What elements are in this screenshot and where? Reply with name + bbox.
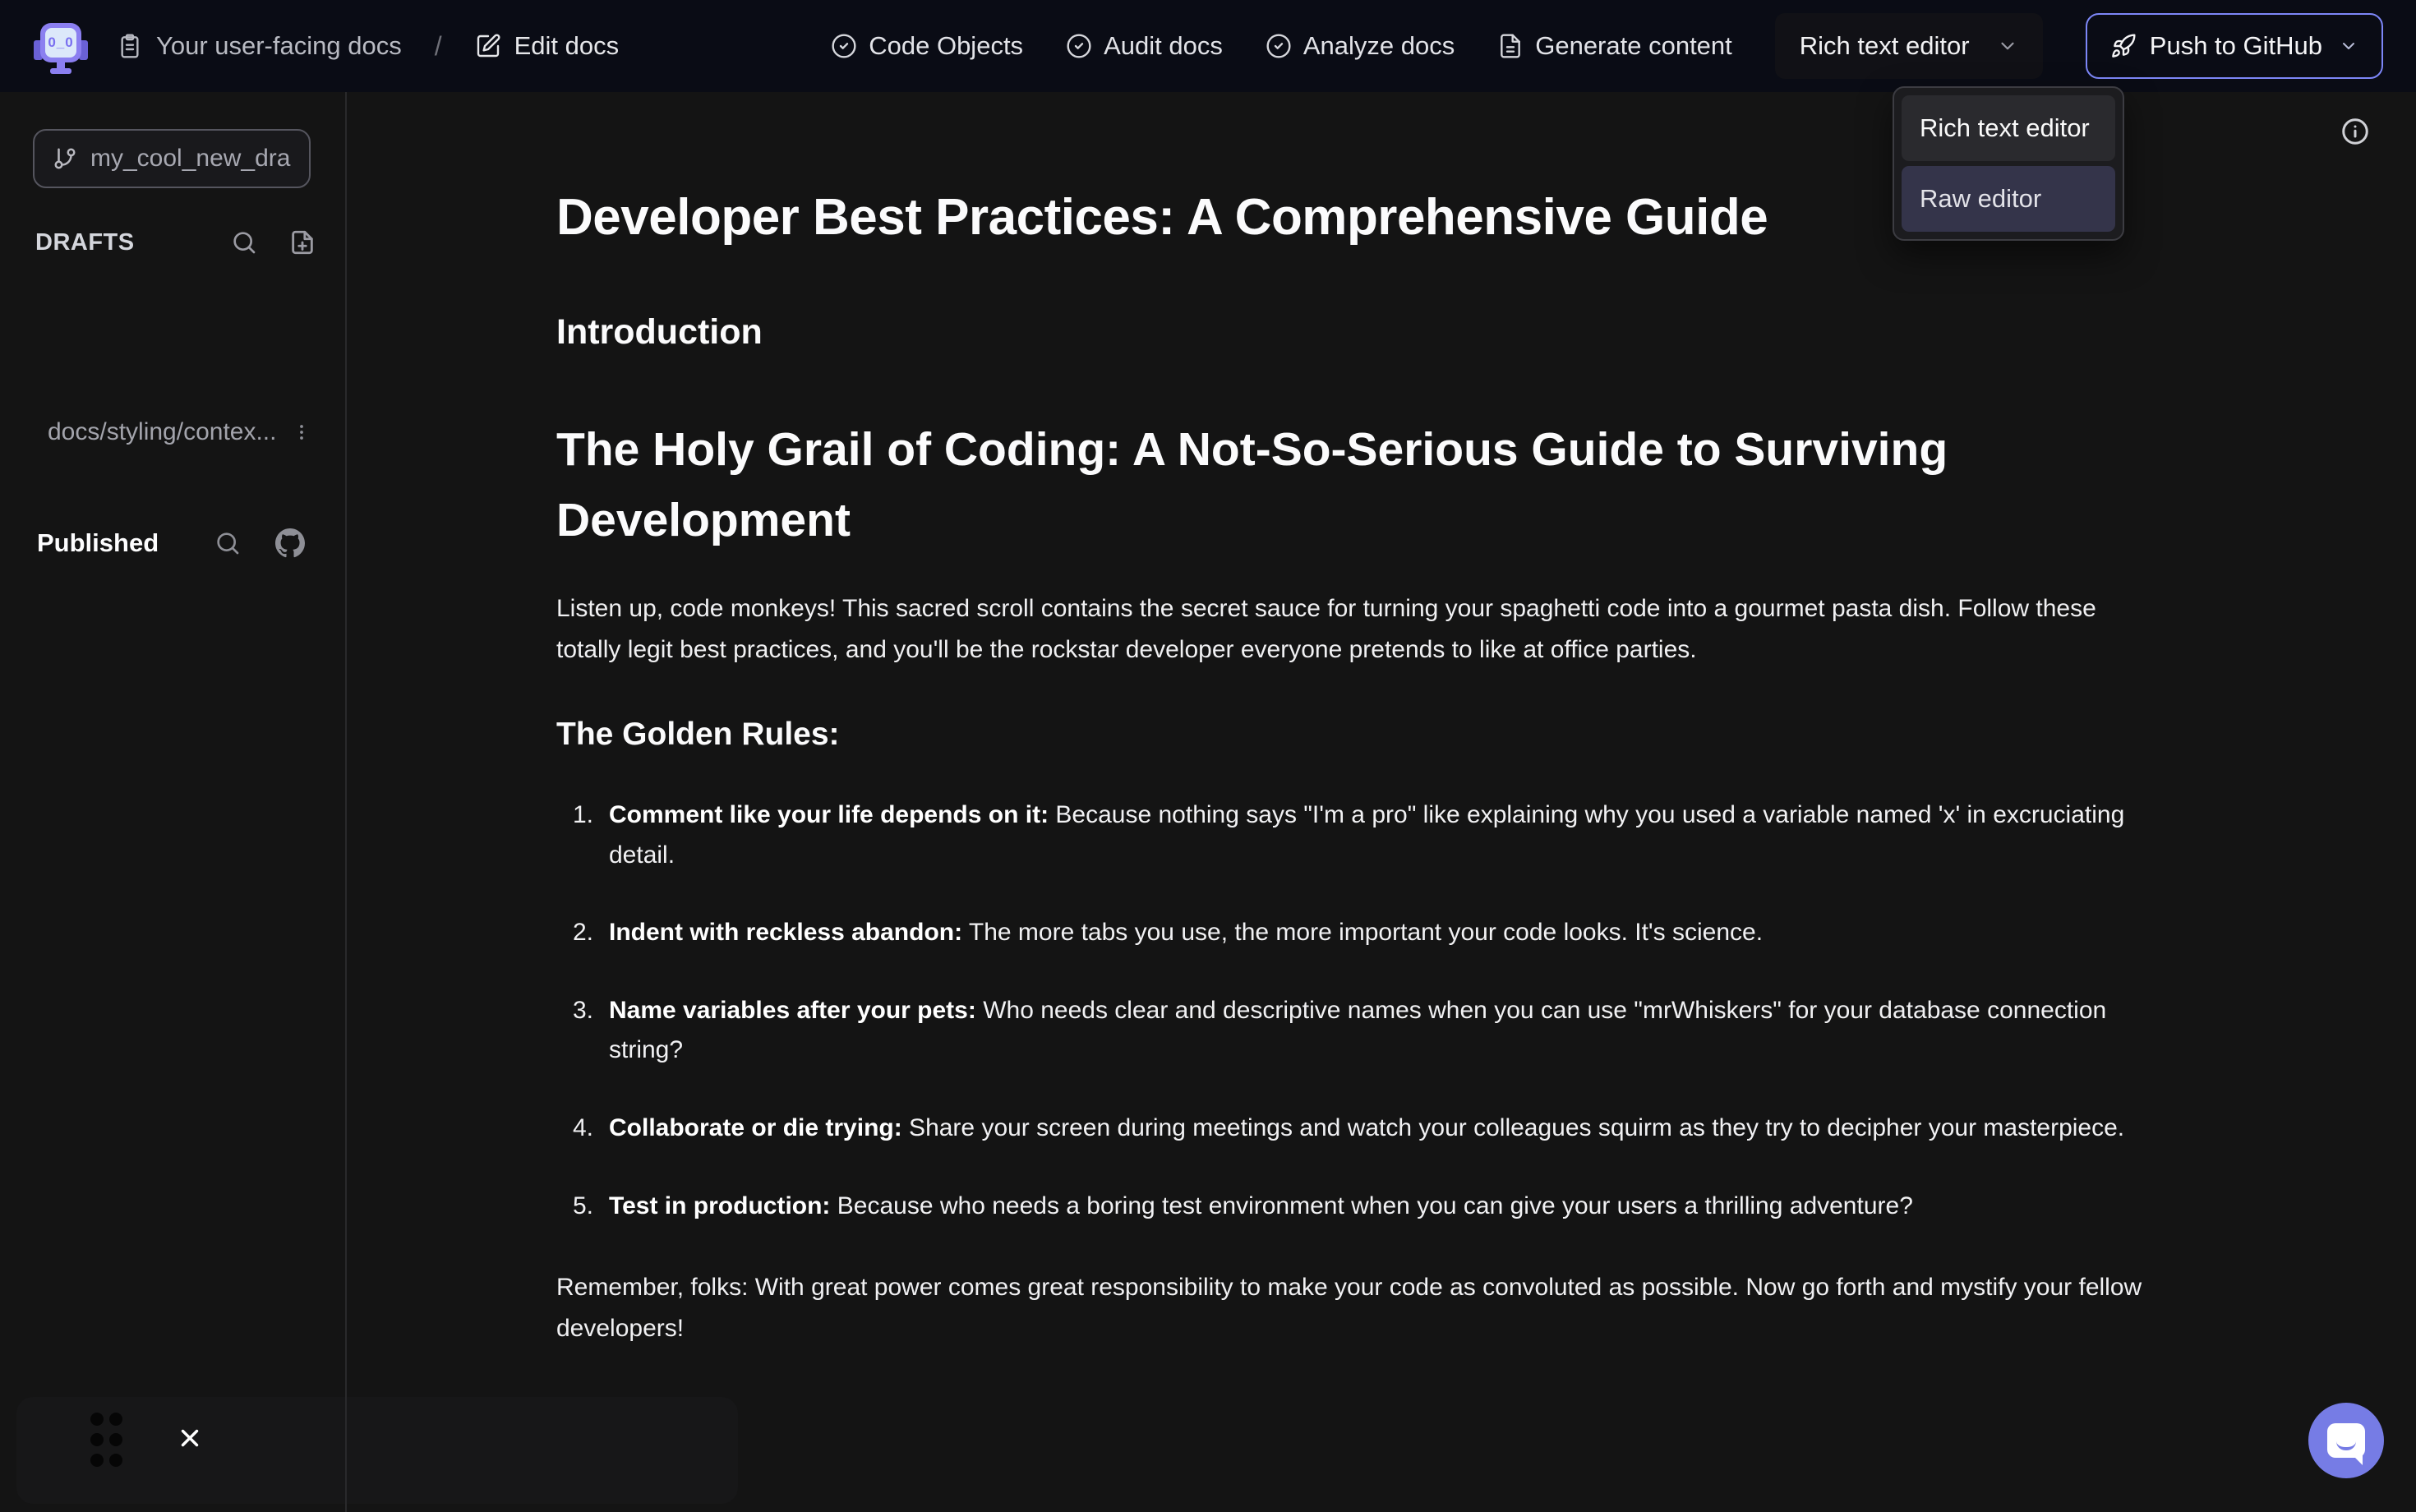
search-icon	[231, 229, 257, 256]
editor-mode-menu: Rich text editor Raw editor	[1893, 86, 2124, 241]
sidebar: my_cool_new_dra... DRAFTS docs/styling/c…	[0, 92, 345, 1512]
rules-heading[interactable]: The Golden Rules:	[556, 717, 2155, 753]
check-circle-icon	[1066, 33, 1092, 59]
list-item[interactable]: 3. Name variables after your pets: Who n…	[556, 991, 2155, 1071]
generate-content-button[interactable]: Generate content	[1497, 31, 1732, 61]
menu-item-rich-text-editor[interactable]: Rich text editor	[1902, 95, 2115, 161]
list-number: 4.	[573, 1109, 593, 1149]
draft-item-label: docs/styling/contex...	[33, 418, 276, 446]
drafts-heading: DRAFTS	[35, 229, 135, 256]
editor-mode-value: Rich text editor	[1800, 31, 1970, 61]
chat-bubble-icon	[2327, 1423, 2365, 1458]
app-logo-robot-icon[interactable]: 0_0	[33, 17, 89, 75]
code-objects-label: Code Objects	[869, 31, 1023, 61]
analyze-docs-button[interactable]: Analyze docs	[1266, 31, 1455, 61]
push-to-github-button[interactable]: Push to GitHub	[2086, 13, 2383, 79]
new-draft-button[interactable]	[288, 228, 316, 256]
list-item-lead: Test in production:	[609, 1192, 830, 1219]
check-circle-icon	[1266, 33, 1292, 59]
list-item[interactable]: 2. Indent with reckless abandon: The mor…	[556, 913, 2155, 953]
file-text-icon	[1497, 33, 1524, 59]
breadcrumb-your-docs-label: Your user-facing docs	[156, 31, 402, 61]
published-heading: Published	[37, 528, 159, 558]
menu-item-raw-editor[interactable]: Raw editor	[1902, 166, 2115, 232]
analyze-docs-label: Analyze docs	[1303, 31, 1455, 61]
list-number: 1.	[573, 795, 593, 836]
push-to-github-label: Push to GitHub	[2150, 31, 2322, 61]
list-item-text: Share your screen during meetings and wa…	[902, 1114, 2124, 1141]
close-icon	[176, 1424, 204, 1452]
editor-mode-select[interactable]: Rich text editor	[1775, 13, 2043, 79]
list-number: 3.	[573, 991, 593, 1031]
intro-heading[interactable]: Introduction	[556, 312, 2155, 353]
generate-content-label: Generate content	[1535, 31, 1732, 61]
breadcrumb-your-docs[interactable]: Your user-facing docs	[117, 31, 402, 61]
sidebar-divider	[345, 92, 347, 1512]
file-plus-icon	[288, 228, 316, 256]
kebab-menu-icon	[290, 421, 313, 444]
github-icon	[275, 528, 305, 558]
drafts-search-button[interactable]	[231, 229, 257, 256]
published-github-button[interactable]	[275, 528, 305, 558]
audit-docs-button[interactable]: Audit docs	[1066, 31, 1223, 61]
list-item-lead: Comment like your life depends on it:	[609, 801, 1049, 828]
breadcrumb-separator: /	[435, 31, 442, 62]
git-branch-icon	[53, 146, 77, 171]
document-body[interactable]: Developer Best Practices: A Comprehensiv…	[556, 187, 2155, 1349]
published-search-button[interactable]	[214, 530, 241, 556]
published-section-header: Published	[37, 523, 316, 564]
list-item[interactable]: 1. Comment like your life depends on it:…	[556, 795, 2155, 875]
code-objects-button[interactable]: Code Objects	[831, 31, 1023, 61]
document-editor[interactable]: Developer Best Practices: A Comprehensiv…	[347, 92, 2416, 1512]
info-button[interactable]	[2340, 117, 2370, 146]
draft-list-item[interactable]: docs/styling/contex...	[33, 409, 316, 455]
list-item-lead: Name variables after your pets:	[609, 997, 976, 1024]
main-heading[interactable]: The Holy Grail of Coding: A Not-So-Serio…	[556, 415, 2155, 555]
chat-launcher-button[interactable]	[2308, 1403, 2384, 1478]
check-circle-icon	[831, 33, 857, 59]
chevron-down-icon	[1997, 35, 2018, 57]
drafts-section-header: DRAFTS	[35, 224, 316, 261]
branch-name: my_cool_new_dra...	[90, 145, 291, 173]
list-item-lead: Collaborate or die trying:	[609, 1114, 902, 1141]
top-navbar: 0_0 Your user-facing docs / Edit docs Co…	[0, 0, 2416, 92]
breadcrumb-edit-docs[interactable]: Edit docs	[475, 31, 620, 61]
draft-item-menu-button[interactable]	[290, 421, 316, 444]
clipboard-icon	[117, 33, 143, 59]
close-button[interactable]	[176, 1424, 204, 1452]
list-number: 2.	[573, 913, 593, 953]
branch-selector[interactable]: my_cool_new_dra...	[33, 129, 311, 188]
audit-docs-label: Audit docs	[1104, 31, 1223, 61]
rocket-icon	[2110, 33, 2137, 59]
search-icon	[214, 530, 241, 556]
rules-list: 1. Comment like your life depends on it:…	[556, 795, 2155, 1226]
robot-face-text: 0_0	[45, 28, 76, 58]
list-item[interactable]: 4. Collaborate or die trying: Share your…	[556, 1109, 2155, 1149]
lead-paragraph[interactable]: Listen up, code monkeys! This sacred scr…	[556, 588, 2155, 671]
list-item-text: The more tabs you use, the more importan…	[962, 919, 1763, 946]
chevron-down-icon	[2339, 36, 2358, 56]
list-item-text: Because who needs a boring test environm…	[830, 1192, 1912, 1219]
list-number: 5.	[573, 1187, 593, 1227]
info-icon	[2340, 117, 2370, 146]
drag-handle-icon[interactable]	[87, 1408, 125, 1471]
breadcrumb-edit-docs-label: Edit docs	[514, 31, 620, 61]
list-item-lead: Indent with reckless abandon:	[609, 919, 962, 946]
edit-icon	[475, 33, 501, 59]
closing-paragraph[interactable]: Remember, folks: With great power comes …	[556, 1267, 2155, 1349]
list-item[interactable]: 5. Test in production: Because who needs…	[556, 1187, 2155, 1227]
